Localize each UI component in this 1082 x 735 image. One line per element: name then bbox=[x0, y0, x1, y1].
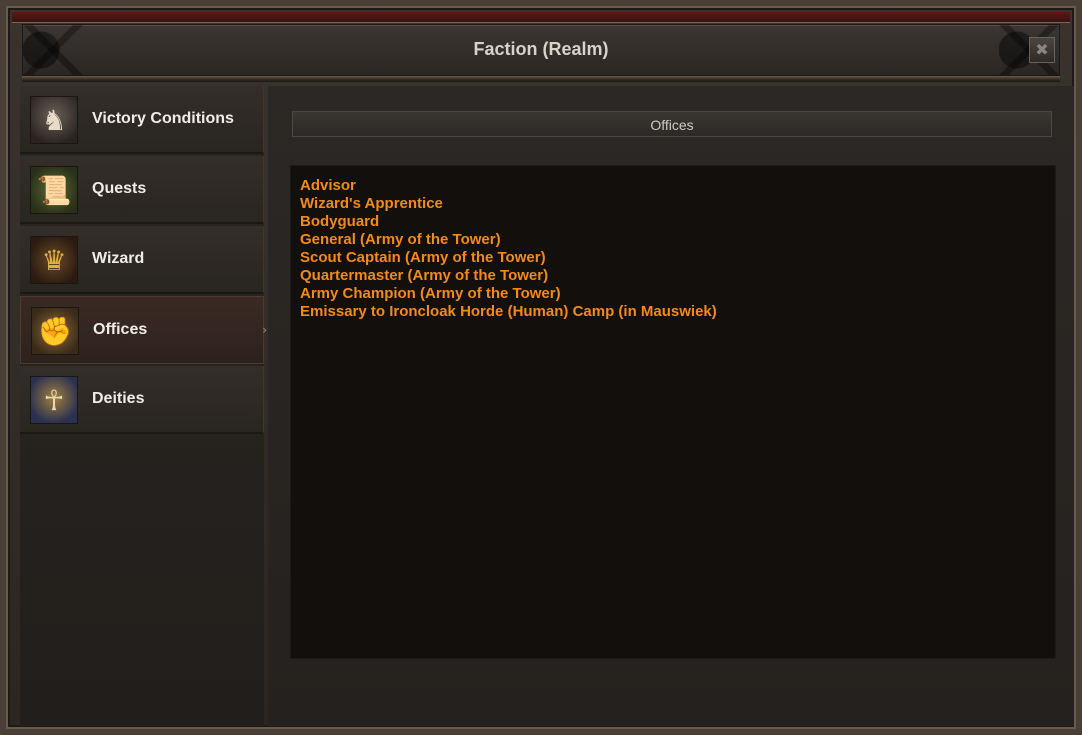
section-title: Offices bbox=[650, 117, 694, 133]
gauntlet-icon: ✊ bbox=[31, 307, 79, 355]
chevron-right-icon: › bbox=[262, 323, 267, 337]
close-icon: ✖ bbox=[1035, 40, 1049, 59]
sidebar-item-label: Victory Conditions bbox=[92, 110, 234, 127]
scroll-icon: 📜 bbox=[30, 166, 78, 214]
chess-knight-icon: ♞ bbox=[30, 96, 78, 144]
section-header: Offices bbox=[292, 111, 1052, 137]
window-title: Faction (Realm) bbox=[473, 39, 609, 59]
sidebar-item-label: Wizard bbox=[92, 250, 145, 267]
list-item[interactable]: Advisor bbox=[300, 177, 1046, 195]
list-item[interactable]: Bodyguard bbox=[300, 213, 1046, 231]
list-item[interactable]: General (Army of the Tower) bbox=[300, 231, 1046, 249]
deity-portrait-icon: ☥ bbox=[30, 376, 78, 424]
main-content: Offices Advisor Wizard's Apprentice Body… bbox=[268, 86, 1074, 726]
list-item[interactable]: Scout Captain (Army of the Tower) bbox=[300, 249, 1046, 267]
sidebar: ♞ Victory Conditions 📜 Quests ♛ Wizard ✊… bbox=[20, 86, 267, 726]
sidebar-item-label: Deities bbox=[92, 390, 145, 407]
title-bar: Faction (Realm) ✖ bbox=[22, 24, 1060, 76]
sidebar-item-label: Quests bbox=[92, 180, 147, 197]
sidebar-item-victory-conditions[interactable]: ♞ Victory Conditions bbox=[20, 86, 264, 154]
sidebar-item-label: Offices bbox=[93, 321, 148, 338]
list-item[interactable]: Emissary to Ironcloak Horde (Human) Camp… bbox=[300, 303, 1046, 321]
sidebar-item-offices[interactable]: ✊ Offices › bbox=[20, 296, 267, 364]
list-item[interactable]: Army Champion (Army of the Tower) bbox=[300, 285, 1046, 303]
faction-window: Faction (Realm) ✖ ♞ Victory Conditions 📜… bbox=[0, 0, 1082, 735]
list-item[interactable]: Quartermaster (Army of the Tower) bbox=[300, 267, 1046, 285]
sidebar-item-wizard[interactable]: ♛ Wizard bbox=[20, 226, 264, 294]
sidebar-item-deities[interactable]: ☥ Deities bbox=[20, 366, 264, 434]
title-divider bbox=[22, 76, 1060, 82]
sidebar-item-quests[interactable]: 📜 Quests bbox=[20, 156, 264, 224]
crown-icon: ♛ bbox=[30, 236, 78, 284]
list-item[interactable]: Wizard's Apprentice bbox=[300, 195, 1046, 213]
window-top-trim bbox=[12, 12, 1070, 23]
offices-list: Advisor Wizard's Apprentice Bodyguard Ge… bbox=[290, 165, 1056, 659]
close-button[interactable]: ✖ bbox=[1029, 37, 1055, 63]
